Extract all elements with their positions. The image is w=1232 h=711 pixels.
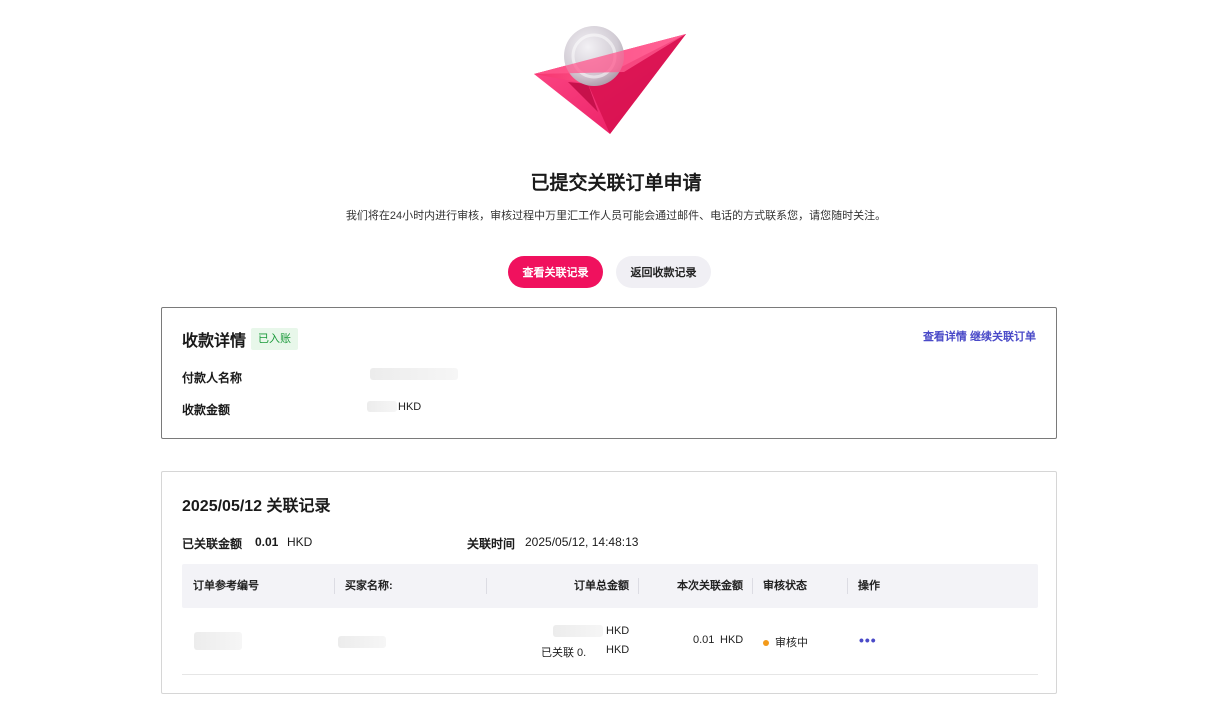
col-divider: [334, 578, 335, 594]
already-associated-currency: HKD: [606, 644, 630, 656]
payer-name-label: 付款人名称: [182, 371, 243, 385]
receipt-details-card: 收款详情 已入账 查看详情 继续关联订单 付款人名称 收款金额 HKD: [161, 307, 1057, 439]
table-header: 订单参考编号 买家名称: 订单总金额 本次关联金额 审核状态 操作: [182, 564, 1038, 608]
col-actions: 操作: [858, 580, 880, 592]
associated-amount-label: 已关联金额: [182, 537, 243, 551]
amount-label: 收款金额: [182, 403, 231, 417]
table-row: HKD 已关联 0. HKD 0.01 HKD 审核中 •••: [182, 608, 1038, 675]
review-status-text: 审核中: [775, 637, 808, 649]
view-details-link[interactable]: 查看详情: [923, 331, 967, 343]
status-badge: 已入账: [251, 328, 298, 350]
association-time-label: 关联时间: [467, 537, 516, 551]
col-buyer-name: 买家名称:: [345, 580, 393, 592]
page-title: 已提交关联订单申请: [530, 173, 702, 194]
col-order-total: 订单总金额: [574, 580, 629, 592]
order-ref-redacted: [194, 632, 242, 650]
col-divider: [486, 578, 487, 594]
already-associated-text: 已关联 0.: [541, 647, 587, 659]
col-divider: [752, 578, 753, 594]
more-dots-icon[interactable]: •••: [859, 632, 877, 648]
amount-currency: HKD: [398, 401, 422, 413]
association-record-title: 2025/05/12 关联记录: [182, 498, 331, 515]
payer-name-redacted: [370, 368, 458, 380]
page-subtitle: 我们将在24小时内进行审核，审核过程中万里汇工作人员可能会通过邮件、电话的方式联…: [345, 210, 887, 222]
col-review-status: 审核状态: [763, 580, 807, 592]
col-order-ref: 订单参考编号: [193, 580, 259, 592]
association-record-card: 2025/05/12 关联记录 已关联金额 0.01 HKD 关联时间 2025…: [161, 471, 1057, 694]
order-total-redacted: [553, 625, 603, 637]
order-total-currency: HKD: [606, 625, 630, 637]
continue-associate-link[interactable]: 继续关联订单: [970, 331, 1036, 343]
association-time-value: 2025/05/12, 14:48:13: [525, 535, 639, 549]
associated-amount-currency: HKD: [287, 535, 313, 549]
col-divider: [847, 578, 848, 594]
associated-amount-value: 0.01: [255, 535, 279, 549]
view-association-records-button[interactable]: 查看关联记录: [508, 256, 603, 288]
receipt-details-title: 收款详情: [182, 333, 247, 350]
this-amount-currency: HKD: [720, 634, 744, 646]
this-amount-value: 0.01: [693, 634, 715, 646]
amount-redacted: [367, 401, 397, 412]
status-dot-icon: [763, 640, 769, 647]
review-status: 审核中: [763, 634, 808, 650]
col-divider: [638, 578, 639, 594]
card-links: 查看详情 继续关联订单: [923, 328, 1036, 344]
back-to-receipts-button[interactable]: 返回收款记录: [616, 256, 711, 288]
paper-plane-coin-illustration: [534, 26, 686, 134]
col-this-amount: 本次关联金额: [677, 580, 743, 592]
buyer-name-redacted: [338, 636, 386, 648]
